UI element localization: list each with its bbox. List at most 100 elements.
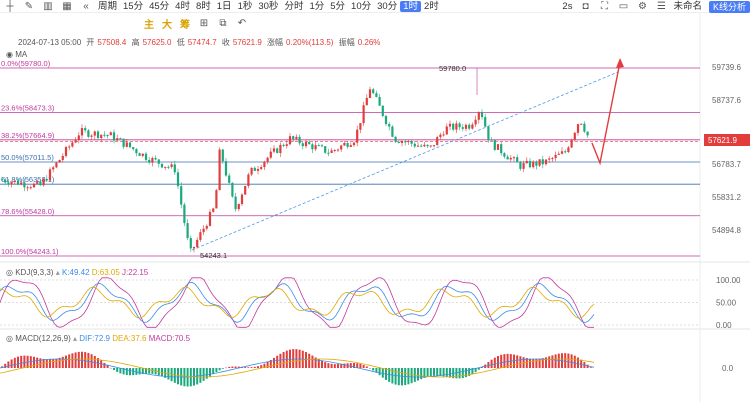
candle-body [48, 169, 52, 181]
interval-button[interactable]: 10分 [348, 1, 374, 12]
interval-button-active[interactable]: 1时 [400, 0, 421, 12]
candle-body [0, 179, 4, 181]
candle-body [250, 167, 253, 175]
interval-button[interactable]: 15分 [120, 1, 146, 12]
macd-histogram-bar [167, 368, 170, 380]
interval-button[interactable]: 30分 [374, 1, 400, 12]
macd-histogram-bar [65, 355, 67, 368]
macd-histogram-bar [237, 366, 240, 368]
macd-histogram-bar [266, 361, 269, 368]
candle-body [394, 136, 397, 142]
candle-body [304, 141, 308, 147]
bar-chart-icon[interactable]: ▥ [42, 1, 54, 12]
arrow-head [616, 58, 624, 68]
macd-histogram-bar [269, 360, 272, 368]
candle-body [474, 119, 477, 125]
fullscreen-icon[interactable]: ⛶ [598, 1, 610, 12]
macd-histogram-bar [420, 368, 423, 380]
refresh-rate[interactable]: 2s [559, 1, 575, 12]
macd-histogram-bar [458, 368, 461, 379]
main-indicator-button[interactable]: 主 [140, 16, 158, 31]
kdj-label[interactable]: KDJ(9,3,3) [15, 268, 53, 277]
macd-histogram-bar [116, 368, 119, 372]
candle-body [151, 157, 154, 163]
drawing-icon[interactable]: ✎ [23, 1, 35, 12]
macd-histogram-bar [327, 363, 330, 368]
window-icon[interactable]: ▭ [617, 1, 629, 12]
interval-button[interactable]: 4时 [172, 1, 193, 12]
candle-body [176, 172, 180, 187]
undo-icon[interactable]: ↶ [236, 18, 248, 29]
interval-button[interactable]: 45分 [146, 1, 172, 12]
macd-histogram-bar [372, 368, 375, 371]
interval-button[interactable]: 8时 [193, 1, 214, 12]
kdj-j-line [0, 277, 594, 328]
compare-icon[interactable]: ⊞ [198, 18, 210, 29]
macd-histogram-bar [193, 368, 195, 386]
candle-body [205, 225, 208, 229]
macd-histogram-bar [545, 357, 547, 368]
candle-body [148, 159, 151, 163]
candle-body [10, 182, 13, 185]
candle-body [439, 134, 442, 138]
layout-name-button[interactable]: 未命名 [670, 1, 705, 12]
macd-histogram-bar [333, 364, 336, 368]
eye-icon[interactable]: ◉ [6, 50, 13, 59]
candle-body [359, 123, 362, 130]
macd-histogram-bar [253, 366, 256, 368]
candle-body [404, 141, 407, 143]
macd-toggle-icon[interactable]: ▴ [73, 334, 77, 343]
interval-button[interactable]: 1日 [214, 1, 235, 12]
kline-analysis-button[interactable]: K线分析 [708, 0, 750, 13]
macd-histogram-bar [375, 368, 378, 373]
candle-body [122, 138, 125, 147]
period-button[interactable]: 周期 [95, 1, 120, 12]
candle-body [452, 123, 455, 130]
candle-body [42, 178, 45, 186]
candle-body [103, 134, 106, 136]
macd-histogram-bar [260, 365, 263, 368]
interval-button[interactable]: 分时 [281, 1, 306, 12]
grid-icon[interactable]: ▦ [61, 1, 73, 12]
interval-button[interactable]: 1秒 [235, 1, 256, 12]
crosshair-icon[interactable]: ┼ [4, 1, 16, 12]
macd-histogram-bar [573, 355, 576, 368]
ma-indicator[interactable]: ◉ MA [6, 50, 27, 59]
interval-button[interactable]: 2时 [421, 1, 442, 12]
candle-body [573, 132, 576, 140]
interval-button[interactable]: 1分 [306, 1, 327, 12]
candle-body [528, 160, 532, 168]
macd-histogram-bar [7, 361, 10, 368]
candle-body [519, 162, 522, 169]
candle-body [23, 182, 26, 188]
macd-label[interactable]: MACD(12,26,9) [15, 334, 71, 343]
macd-histogram-bar [564, 353, 567, 368]
rewind-icon[interactable]: « [80, 1, 92, 12]
macd-histogram-bar [577, 357, 579, 368]
open-label: 开 [86, 38, 95, 47]
candle-body [464, 124, 468, 129]
list-icon[interactable]: ☰ [655, 1, 667, 12]
macd-histogram-bar [369, 368, 371, 369]
macd-histogram-bar [244, 367, 247, 368]
toolbar-right: 2s ◘ ⛶ ▭ ⚙ ☰ 未命名 K线分析 [559, 0, 750, 13]
kdj-toggle-icon[interactable]: ▴ [56, 268, 60, 277]
candle-body [503, 153, 506, 157]
large-indicator-button[interactable]: 大 [158, 16, 176, 31]
candle-body [160, 163, 164, 168]
macd-histogram-bar [279, 353, 282, 368]
interval-button[interactable]: 5分 [327, 1, 348, 12]
layers-icon[interactable]: ⧉ [217, 18, 229, 29]
candle-body [74, 140, 77, 143]
candle-body [183, 204, 186, 224]
macd-histogram-bar [461, 368, 464, 379]
macd-histogram-bar [541, 358, 544, 368]
macd-histogram-bar [503, 354, 506, 368]
candle-body [234, 196, 237, 210]
settings-icon[interactable]: ⚙ [636, 1, 648, 12]
interval-button[interactable]: 30秒 [255, 1, 281, 12]
macd-histogram-bar [330, 363, 333, 368]
macd-histogram-bar [17, 356, 19, 368]
chips-indicator-button[interactable]: 筹 [176, 16, 194, 31]
camera-icon[interactable]: ◘ [579, 1, 591, 12]
